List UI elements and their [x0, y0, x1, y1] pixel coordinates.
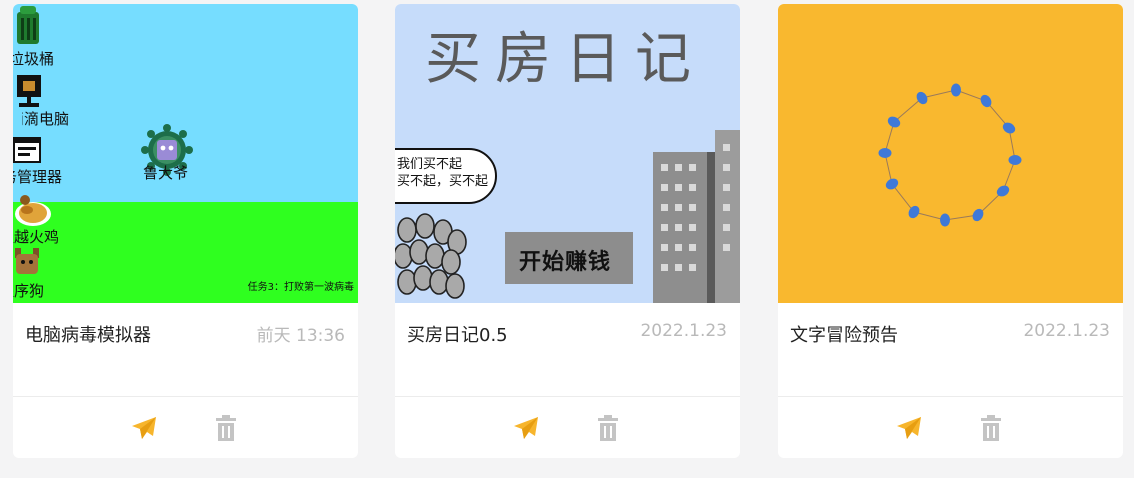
virus-label: 鲁大爷 [143, 164, 189, 182]
bubble-line: 我们买不起 [397, 157, 463, 172]
desktop-label: 任务管理器 [13, 168, 63, 186]
speech-bubble: 我们买不起 买不起，买不起 [395, 148, 497, 204]
trash-can-sprite-icon [17, 6, 39, 44]
paper-plane-icon [132, 417, 156, 439]
card-info: 文字冒险预告 2022.1.23 [778, 303, 1123, 396]
task-text: 任务3：打败第一波病毒 [247, 282, 354, 293]
task-manager-sprite-icon [13, 137, 41, 163]
delete-button[interactable] [593, 413, 623, 443]
project-thumbnail[interactable]: 垃圾桶 滴滴电脑 任务管理器 [13, 4, 358, 303]
trash-icon [981, 415, 1001, 441]
buildings-illustration-icon [653, 130, 740, 303]
sign-text: 开始赚钱 [519, 250, 612, 275]
computer-sprite-icon [17, 75, 41, 107]
project-title: 文字冒险预告 [790, 325, 898, 346]
share-button[interactable] [511, 413, 541, 443]
trash-icon [216, 415, 236, 441]
desktop-label: 超越火鸡 [13, 228, 60, 246]
project-card[interactable]: 文字冒险预告 2022.1.23 [778, 4, 1123, 458]
paper-plane-icon [514, 417, 538, 439]
project-title: 买房日记0.5 [407, 325, 508, 346]
loading-ring-illustration-icon [878, 83, 1022, 227]
project-card[interactable]: 垃圾桶 滴滴电脑 任务管理器 [13, 4, 358, 458]
share-button[interactable] [129, 413, 159, 443]
desktop-label: 垃圾桶 [13, 50, 55, 68]
thumbnail-heading: 买房日记 [425, 27, 705, 92]
project-card[interactable]: 买房日记 我们买不起 买不起，买不起 开始赚钱 买房日记0.5 2022.1.2… [395, 4, 740, 458]
trash-icon [598, 415, 618, 441]
card-actions [395, 396, 740, 458]
desktop-label: 程序狗 [13, 282, 45, 300]
card-info: 买房日记0.5 2022.1.23 [395, 303, 740, 396]
project-grid: 垃圾桶 滴滴电脑 任务管理器 [0, 0, 1134, 478]
card-actions [13, 396, 358, 458]
card-info: 电脑病毒模拟器 前天 13:36 [13, 303, 358, 396]
share-button[interactable] [894, 413, 924, 443]
bubble-line: 买不起，买不起 [397, 174, 489, 189]
crowd-illustration-icon [395, 213, 467, 299]
dog-sprite-icon [15, 248, 39, 274]
paper-plane-icon [897, 417, 921, 439]
project-date: 前天 13:36 [256, 326, 345, 346]
project-date: 2022.1.23 [1023, 321, 1110, 341]
delete-button[interactable] [976, 413, 1006, 443]
project-thumbnail[interactable] [778, 4, 1123, 303]
project-title: 电脑病毒模拟器 [25, 325, 151, 346]
delete-button[interactable] [211, 413, 241, 443]
turkey-sprite-icon [15, 195, 51, 226]
project-date: 2022.1.23 [640, 321, 727, 341]
project-thumbnail[interactable]: 买房日记 我们买不起 买不起，买不起 开始赚钱 [395, 4, 740, 303]
card-actions [778, 396, 1123, 458]
